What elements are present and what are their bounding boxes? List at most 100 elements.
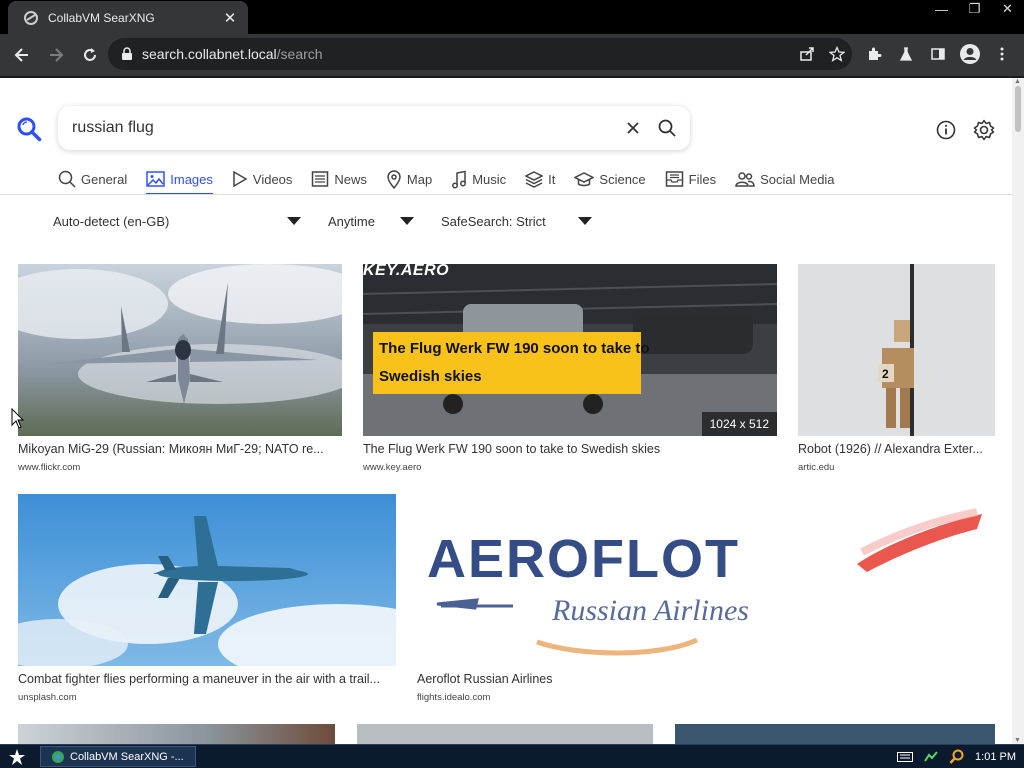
tab-news[interactable]: News <box>311 166 367 192</box>
address-bar[interactable]: search.collabnet.local/search <box>108 38 852 70</box>
search-input[interactable] <box>72 119 616 137</box>
play-icon <box>233 170 248 188</box>
restore-icon[interactable]: ❐ <box>958 0 991 18</box>
result-source: www.flickr.com <box>18 462 81 473</box>
result-source: artic.edu <box>798 462 835 473</box>
side-panel-icon[interactable] <box>922 38 954 70</box>
title-bar: CollabVM SearXNG ✕ — ❐ ✕ <box>0 0 1024 34</box>
scroll-down-icon[interactable]: ▼ <box>1014 737 1021 744</box>
tab-science[interactable]: Science <box>574 166 646 192</box>
result-title[interactable]: Mikoyan MiG-29 (Russian: Микоян МиГ-29; … <box>18 442 342 456</box>
layers-icon <box>525 171 544 188</box>
image-result-partial[interactable] <box>357 724 653 744</box>
svg-text:2: 2 <box>882 367 889 381</box>
share-icon[interactable] <box>792 39 822 69</box>
back-icon[interactable] <box>6 39 38 71</box>
clear-search-icon[interactable] <box>616 111 650 145</box>
start-star-icon <box>9 749 25 765</box>
image-result[interactable]: KEY.AERO The Flug Werk FW 190 soon to ta… <box>363 264 777 476</box>
start-button[interactable] <box>4 746 30 768</box>
tab-label: Files <box>688 171 717 187</box>
chevron-down-icon <box>287 217 301 225</box>
image-result-partial[interactable] <box>675 724 995 744</box>
taskbar-app-button[interactable]: CollabVM SearXNG -... <box>40 746 196 767</box>
tab-map[interactable]: Map <box>386 166 432 192</box>
result-thumbnail[interactable] <box>18 264 342 436</box>
scroll-thumb[interactable] <box>1015 86 1021 132</box>
thumb-brand: KEY.AERO <box>363 264 450 279</box>
labs-flask-icon[interactable] <box>890 38 922 70</box>
search-icon <box>58 170 76 188</box>
result-thumbnail[interactable]: KEY.AERO The Flug Werk FW 190 soon to ta… <box>363 264 777 436</box>
result-title[interactable]: Aeroflot Russian Airlines <box>417 672 995 686</box>
image-result-partial[interactable] <box>18 724 335 744</box>
inbox-icon <box>665 171 683 187</box>
info-icon[interactable] <box>930 114 962 146</box>
searxng-logo-icon[interactable] <box>16 116 42 142</box>
taskbar-app-label: CollabVM SearXNG -... <box>70 750 184 763</box>
tab-music[interactable]: Music <box>451 166 506 192</box>
image-result[interactable]: Combat fighter flies performing a maneuv… <box>18 494 396 706</box>
tab-label: News <box>334 171 367 187</box>
result-thumbnail[interactable] <box>18 494 396 666</box>
result-title[interactable]: Combat fighter flies performing a maneuv… <box>18 672 396 686</box>
category-divider <box>0 194 1012 195</box>
page-scrollbar[interactable]: ▲ ▼ <box>1012 78 1024 744</box>
tab-it[interactable]: It <box>525 166 555 192</box>
chrome-icon <box>52 750 64 763</box>
result-source: flights.idealo.com <box>417 692 491 703</box>
language-select[interactable]: Auto-detect (en-GB) <box>53 210 303 232</box>
image-dimensions-badge: 1024 x 512 <box>701 412 777 436</box>
tab-files[interactable]: Files <box>665 166 716 192</box>
window-close-icon[interactable]: ✕ <box>991 0 1024 18</box>
fighter-jet-image <box>18 494 396 666</box>
music-note-icon <box>452 170 467 188</box>
window-controls: — ❐ ✕ <box>925 0 1024 18</box>
tab-favicon-icon <box>24 10 38 25</box>
result-thumbnail[interactable]: AEROFLOT Russian Airlines <box>417 494 995 666</box>
kebab-menu-icon[interactable] <box>986 38 1018 70</box>
toolbar-right <box>858 38 1018 70</box>
search-tray-icon[interactable] <box>949 749 965 765</box>
thumb-tagline: Russian Airlines <box>552 594 749 627</box>
image-result[interactable]: Mikoyan MiG-29 (Russian: Микоян МиГ-29; … <box>18 264 342 476</box>
result-source: www.key.aero <box>363 462 422 473</box>
extensions-icon[interactable] <box>858 38 890 70</box>
tab-label: Images <box>170 171 213 187</box>
keyboard-icon[interactable] <box>897 752 914 762</box>
search-submit-icon[interactable] <box>650 111 684 145</box>
people-icon <box>735 172 755 187</box>
image-result[interactable]: AEROFLOT Russian Airlines Aeroflot Russi… <box>417 494 995 706</box>
network-icon[interactable] <box>923 749 939 765</box>
scroll-up-icon[interactable]: ▲ <box>1014 78 1021 85</box>
graduation-cap-icon <box>574 172 595 187</box>
map-pin-icon <box>387 169 401 189</box>
safesearch-value: SafeSearch: Strict <box>441 213 546 229</box>
tab-social-media[interactable]: Social Media <box>735 166 835 192</box>
browser-tab[interactable]: CollabVM SearXNG ✕ <box>8 1 248 34</box>
profile-avatar-icon[interactable] <box>954 38 986 70</box>
result-title[interactable]: Robot (1926) // Alexandra Exter... <box>798 442 995 456</box>
time-range-select[interactable]: Anytime <box>328 210 418 232</box>
time-range-value: Anytime <box>328 213 375 229</box>
tab-videos[interactable]: Videos <box>232 166 293 192</box>
tab-label: Music <box>472 171 507 187</box>
tab-close-icon[interactable]: ✕ <box>222 9 238 27</box>
tab-label: Videos <box>252 171 293 187</box>
lock-icon <box>122 47 132 60</box>
settings-gear-icon[interactable] <box>968 114 1000 146</box>
tab-images[interactable]: Images <box>146 166 213 195</box>
category-tabs: General Images Videos News Map Music It <box>58 166 854 195</box>
bookmark-star-icon[interactable] <box>822 39 852 69</box>
tab-general[interactable]: General <box>58 166 127 192</box>
minimize-icon[interactable]: — <box>925 0 958 18</box>
forward-icon[interactable] <box>40 39 72 71</box>
result-source: unsplash.com <box>18 692 77 703</box>
image-result[interactable]: 2 Robot (1926) // Alexandra Exter... art… <box>798 264 995 476</box>
thumb-headline-line2: Swedish skies <box>379 368 482 385</box>
result-title[interactable]: The Flug Werk FW 190 soon to take to Swe… <box>363 442 777 456</box>
safesearch-select[interactable]: SafeSearch: Strict <box>441 210 596 232</box>
clock: 1:01 PM <box>975 751 1016 763</box>
result-thumbnail[interactable]: 2 <box>798 264 995 436</box>
reload-icon[interactable] <box>74 39 106 71</box>
